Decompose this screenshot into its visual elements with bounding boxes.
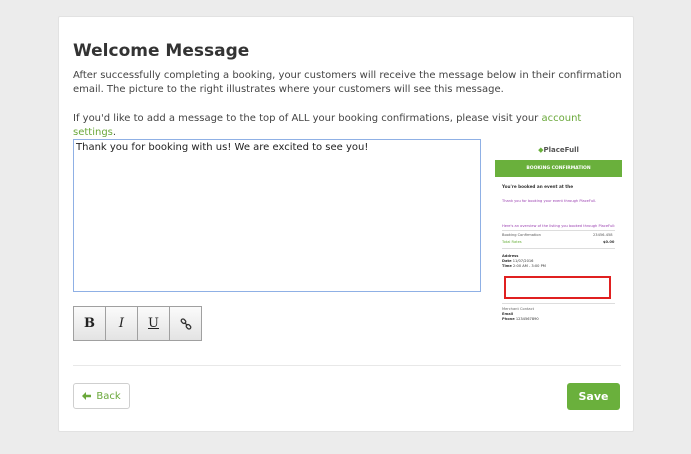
format-toolbar: B I U	[73, 306, 202, 341]
preview-thanks: Thank you for booking your event through…	[502, 199, 597, 203]
footer-divider	[73, 365, 621, 366]
preview-row1-left: Booking Confirmation	[502, 233, 541, 237]
link-icon	[180, 317, 191, 330]
back-button[interactable]: Back	[73, 383, 130, 409]
preview-time: Time 2:00 AM - 3:00 PM	[502, 264, 546, 268]
preview-divider-3	[502, 303, 615, 304]
back-button-label: Back	[96, 390, 121, 402]
message-location-highlight	[504, 276, 611, 299]
italic-button[interactable]: I	[105, 306, 138, 341]
preview-logo: ◆PlaceFull	[538, 146, 579, 154]
link-button[interactable]	[169, 306, 202, 341]
preview-row1-right: 23456-458	[593, 233, 613, 237]
page-title: Welcome Message	[73, 41, 250, 61]
settings-hint: If you'd like to add a message to the to…	[73, 112, 623, 140]
email-preview: ◆PlaceFull BOOKING CONFIRMATION You're b…	[495, 141, 622, 337]
save-button[interactable]: Save	[567, 383, 620, 410]
preview-heading: You're booked an event at the	[502, 184, 574, 189]
preview-banner: BOOKING CONFIRMATION	[495, 160, 622, 177]
preview-overview: Here's an overview of the listing you bo…	[502, 224, 616, 228]
preview-phone: Phone 1234567890	[502, 317, 539, 321]
welcome-message-input[interactable]: Thank you for booking with us! We are ex…	[73, 139, 481, 292]
preview-divider	[502, 230, 615, 231]
preview-divider-2	[502, 248, 615, 249]
arrow-left-icon	[82, 392, 92, 400]
preview-row2-left: Total Rates	[502, 240, 522, 244]
preview-row2-right: $0.00	[603, 240, 615, 244]
bold-button[interactable]: B	[73, 306, 106, 341]
settings-hint-text: If you'd like to add a message to the to…	[73, 113, 542, 124]
intro-text: After successfully completing a booking,…	[73, 70, 622, 95]
settings-hint-suffix: .	[112, 127, 117, 138]
underline-button[interactable]: U	[137, 306, 170, 341]
welcome-message-card: Welcome Message After successfully compl…	[58, 16, 634, 432]
